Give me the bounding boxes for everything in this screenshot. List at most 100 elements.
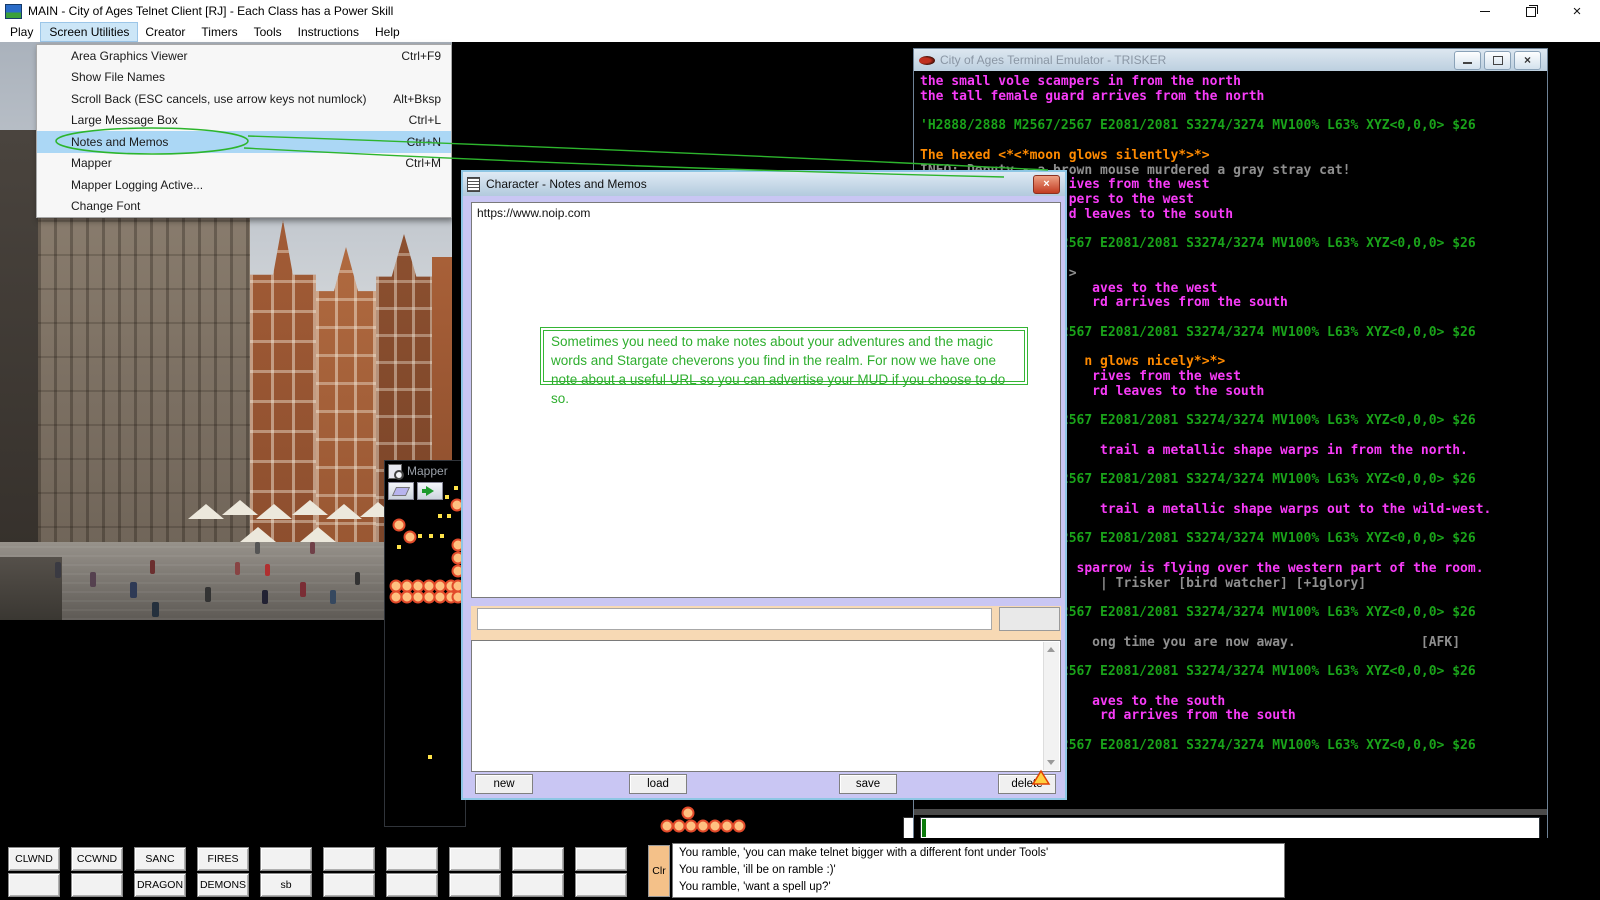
- hotkey-button-empty[interactable]: [575, 847, 627, 871]
- menu-item-shortcut: Ctrl+N: [407, 135, 441, 149]
- map-room-dot: [733, 820, 746, 833]
- close-icon[interactable]: ×: [1554, 0, 1600, 22]
- mapper-go-button[interactable]: [417, 482, 443, 500]
- screen-utilities-menu: Area Graphics ViewerCtrl+F9Show File Nam…: [36, 44, 452, 218]
- menu-item-area-graphics-viewer[interactable]: Area Graphics ViewerCtrl+F9: [37, 45, 451, 67]
- memo-textarea[interactable]: [471, 640, 1061, 772]
- tutorial-annotation-box: Sometimes you need to make notes about y…: [540, 327, 1028, 385]
- minimize-icon[interactable]: [1462, 0, 1508, 22]
- scroll-down-icon[interactable]: [1047, 760, 1055, 765]
- hotkey-button-empty[interactable]: [386, 847, 438, 871]
- message-area: You ramble, 'you can make telnet bigger …: [672, 843, 1285, 898]
- terminal-line: the small vole scampers in from the nort…: [920, 74, 1241, 89]
- hotkey-button-dragon[interactable]: DRAGON: [134, 873, 186, 897]
- hotkey-button-empty[interactable]: [449, 847, 501, 871]
- mapper-erase-button[interactable]: [388, 482, 414, 500]
- person-figure: [152, 602, 159, 617]
- map-room-dot: [682, 807, 695, 820]
- person-figure: [262, 590, 268, 604]
- notes-dialog-close-icon[interactable]: ×: [1033, 175, 1060, 194]
- terminal-close-icon[interactable]: ×: [1514, 51, 1541, 70]
- hotkey-button-empty[interactable]: [323, 847, 375, 871]
- menu-item-label: Mapper: [71, 156, 112, 170]
- document-icon: [467, 177, 480, 192]
- terminal-titlebar[interactable]: City of Ages Terminal Emulator - TRISKER…: [914, 49, 1547, 71]
- message-line: You ramble, 'you can make telnet bigger …: [679, 845, 1278, 862]
- map-room-dot: [721, 820, 734, 833]
- hotkey-button-empty[interactable]: [260, 847, 312, 871]
- menu-item-mapper-logging-active[interactable]: Mapper Logging Active...: [37, 174, 451, 196]
- terminal-app-icon: [919, 56, 935, 65]
- clear-button[interactable]: Clr: [648, 845, 670, 897]
- menu-item-label: Large Message Box: [71, 113, 178, 127]
- terminal-line: the tall female guard arrives from the n…: [920, 89, 1264, 104]
- umbrella: [300, 527, 336, 542]
- map-room-dot: [661, 820, 674, 833]
- hotkey-button-empty[interactable]: [512, 873, 564, 897]
- mapper-titlebar[interactable]: Mapper: [385, 461, 465, 481]
- note-name-input[interactable]: [477, 608, 992, 630]
- hotkey-button-empty[interactable]: [323, 873, 375, 897]
- umbrella: [292, 500, 328, 515]
- hotkey-button-ccwnd[interactable]: CCWND: [71, 847, 123, 871]
- terminal-minimize-icon[interactable]: [1454, 51, 1481, 70]
- menu-item-show-file-names[interactable]: Show File Names: [37, 67, 451, 89]
- person-figure: [265, 564, 270, 576]
- person-figure: [205, 587, 211, 602]
- umbrella: [222, 500, 258, 515]
- terminal-line: 'H2888/2888 M2567/2567 E2081/2081 S3274/…: [920, 118, 1476, 133]
- menu-item-change-font[interactable]: Change Font: [37, 196, 451, 218]
- person-figure: [355, 572, 360, 585]
- menu-item-mapper[interactable]: Mapper Ctrl+M: [37, 153, 451, 175]
- terminal-title: City of Ages Terminal Emulator - TRISKER: [940, 53, 1166, 67]
- person-figure: [235, 562, 240, 575]
- umbrella: [256, 504, 292, 519]
- scroll-up-icon[interactable]: [1047, 647, 1055, 652]
- app-icon: [5, 4, 22, 19]
- memo-scrollbar[interactable]: [1043, 642, 1059, 770]
- restore-icon[interactable]: [1508, 0, 1554, 22]
- menu-tools[interactable]: Tools: [246, 23, 290, 41]
- hotkey-button-sb[interactable]: sb: [260, 873, 312, 897]
- hotkey-button-clwnd[interactable]: CLWND: [8, 847, 60, 871]
- menu-item-notes-and-memos[interactable]: Notes and MemosCtrl+N: [37, 131, 451, 153]
- person-figure: [310, 542, 315, 554]
- menu-item-shortcut: Ctrl+F9: [401, 49, 441, 63]
- menu-creator[interactable]: Creator: [137, 23, 193, 41]
- save-button[interactable]: save: [839, 774, 897, 794]
- menu-help[interactable]: Help: [367, 23, 408, 41]
- eraser-icon: [392, 487, 410, 496]
- person-figure: [300, 582, 306, 597]
- person-figure: [130, 582, 137, 598]
- new-button[interactable]: new: [475, 774, 533, 794]
- hotkey-button-empty[interactable]: [8, 873, 60, 897]
- note-name-button[interactable]: [999, 607, 1060, 631]
- hotkey-button-demons[interactable]: DEMONS: [197, 873, 249, 897]
- menu-item-scroll-back-esc-cancels-use-arrow-keys-not-numlock[interactable]: Scroll Back (ESC cancels, use arrow keys…: [37, 88, 451, 110]
- photo-building-silhouette: [0, 130, 38, 570]
- menu-item-label: Mapper Logging Active...: [71, 178, 203, 192]
- menu-screen-utilities[interactable]: Screen Utilities: [41, 23, 137, 41]
- hotkey-button-fires[interactable]: FIRES: [197, 847, 249, 871]
- menu-play[interactable]: Play: [2, 23, 41, 41]
- hotkey-button-empty[interactable]: [512, 847, 564, 871]
- load-button[interactable]: load: [629, 774, 687, 794]
- mapper-magnifier-icon: [388, 464, 402, 479]
- terminal-maximize-icon[interactable]: [1484, 51, 1511, 70]
- notes-dialog-titlebar[interactable]: Character - Notes and Memos ×: [463, 172, 1065, 196]
- hotkey-button-empty[interactable]: [449, 873, 501, 897]
- bottom-toolbar: CLWND CCWND SANCDRAGON FIRESDEMONS sb Clr Yo…: [0, 838, 1600, 900]
- hotkey-button-sanc[interactable]: SANC: [134, 847, 186, 871]
- hotkey-button-empty[interactable]: [386, 873, 438, 897]
- main-window-title: MAIN - City of Ages Telnet Client [RJ] -…: [28, 4, 393, 18]
- menu-item-shortcut: Ctrl+M: [405, 156, 441, 170]
- umbrella: [188, 504, 224, 519]
- hotkey-button-empty[interactable]: [71, 873, 123, 897]
- menu-timers[interactable]: Timers: [193, 23, 245, 41]
- message-line: You ramble, 'want a spell up?': [679, 879, 1278, 896]
- hotkey-button-empty[interactable]: [575, 873, 627, 897]
- menu-instructions[interactable]: Instructions: [290, 23, 367, 41]
- delete-button[interactable]: delete: [998, 774, 1056, 794]
- menu-item-large-message-box[interactable]: Large Message BoxCtrl+L: [37, 110, 451, 132]
- message-line: You ramble, 'ill be on ramble :)': [679, 862, 1278, 879]
